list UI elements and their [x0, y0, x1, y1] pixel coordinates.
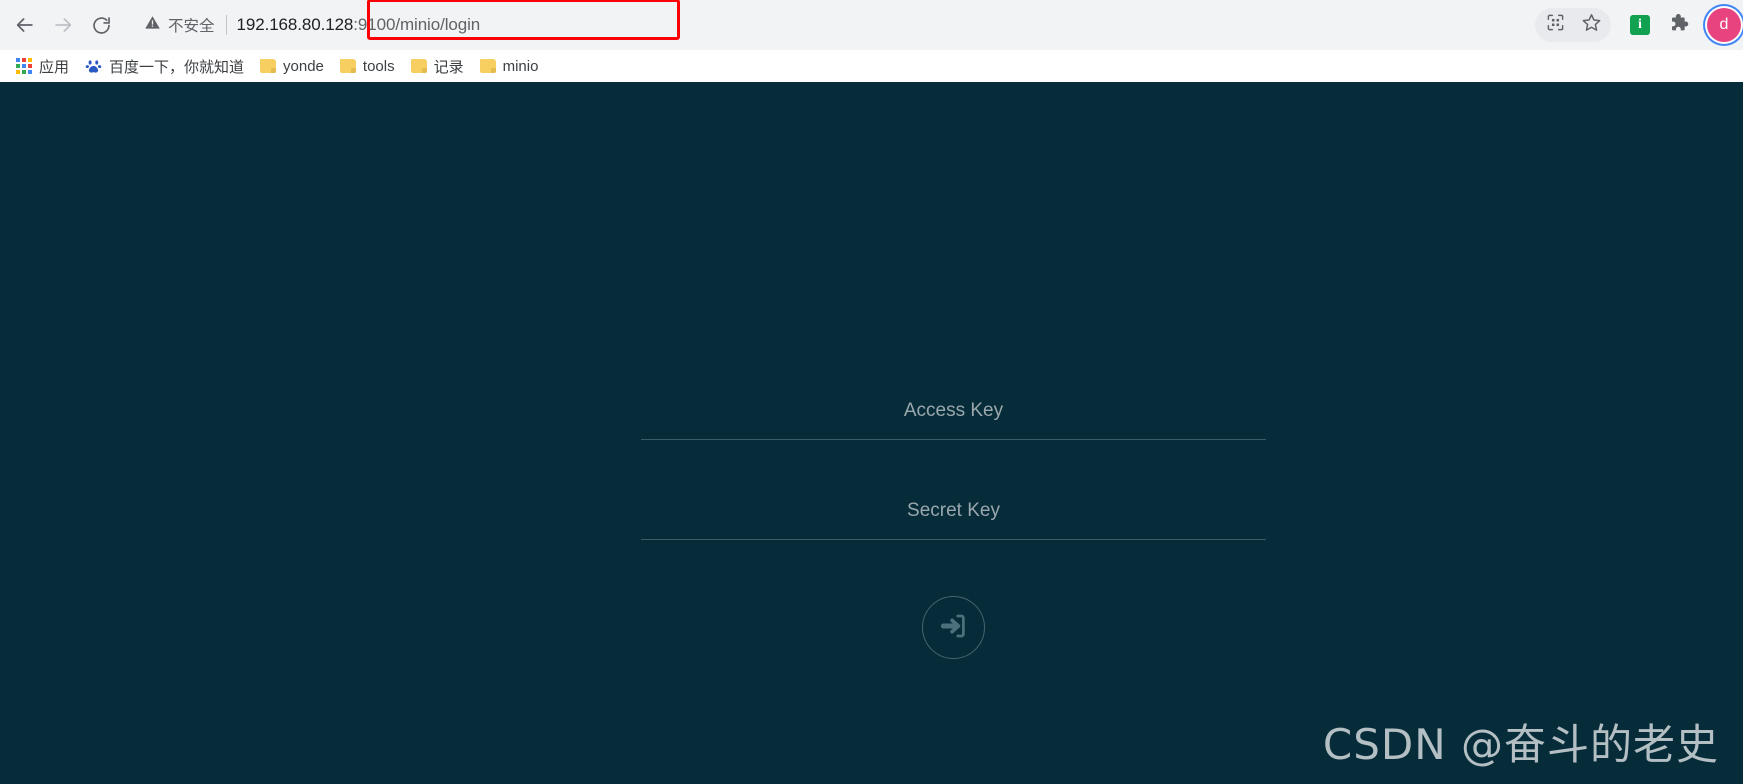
- bookmark-star-button[interactable]: [1573, 10, 1609, 40]
- omnibox-divider: [225, 15, 227, 35]
- bookmark-label: tools: [362, 57, 395, 75]
- security-label: 不安全: [168, 18, 215, 35]
- omnibox-wrapper: 不安全 192.168.80.128:9100/minio/login: [128, 0, 1525, 42]
- baidu-paw-icon: [85, 58, 102, 75]
- folder-icon: [260, 59, 277, 73]
- reload-icon: [91, 15, 112, 36]
- toolbar-right-group: i d: [1535, 6, 1741, 44]
- access-key-field-group: [641, 382, 1266, 482]
- bookmark-folder-jilu[interactable]: 记录: [403, 53, 472, 80]
- profile-avatar[interactable]: d: [1707, 8, 1741, 42]
- back-button[interactable]: [6, 6, 44, 44]
- url-path: :9100/minio/login: [353, 15, 481, 34]
- qr-bookmark-group: [1535, 8, 1611, 42]
- extension-info-button[interactable]: i: [1621, 6, 1659, 44]
- qr-code-icon: [1546, 13, 1565, 37]
- browser-toolbar: 不安全 192.168.80.128:9100/minio/login i d: [0, 0, 1743, 50]
- extensions-button[interactable]: [1661, 6, 1699, 44]
- back-arrow-icon: [14, 14, 36, 36]
- info-extension-icon: i: [1630, 15, 1650, 35]
- bookmark-folder-yonde[interactable]: yonde: [252, 55, 332, 78]
- forward-arrow-icon: [52, 14, 74, 36]
- bookmark-label: 百度一下，你就知道: [109, 58, 245, 76]
- address-bar[interactable]: 不安全 192.168.80.128:9100/minio/login: [128, 0, 1525, 42]
- apps-grid-icon: [16, 58, 32, 74]
- browser-chrome: 不安全 192.168.80.128:9100/minio/login i d …: [0, 0, 1743, 82]
- bookmark-label: yonde: [283, 57, 324, 75]
- csdn-watermark: CSDN @奋斗的老史: [1322, 720, 1719, 769]
- access-key-input[interactable]: [641, 382, 1266, 440]
- url-host: 192.168.80.128: [236, 15, 354, 34]
- bookmark-folder-tools[interactable]: tools: [332, 55, 403, 78]
- bookmarks-bar: 应用 百度一下，你就知道 yonde tools 记录 minio: [0, 50, 1743, 82]
- login-button-row: [641, 596, 1266, 659]
- star-icon: [1581, 12, 1602, 38]
- bookmark-folder-minio[interactable]: minio: [472, 55, 547, 78]
- puzzle-piece-icon: [1669, 12, 1691, 39]
- folder-icon: [479, 59, 496, 73]
- url-text[interactable]: 192.168.80.128:9100/minio/login: [237, 15, 481, 35]
- sign-in-arrow-icon: [939, 611, 969, 644]
- warning-triangle-icon: [144, 14, 161, 36]
- bookmark-label: 应用: [39, 58, 70, 76]
- site-security-chip[interactable]: 不安全: [144, 14, 215, 36]
- secret-key-input[interactable]: [641, 482, 1266, 540]
- login-submit-button[interactable]: [922, 596, 985, 659]
- login-form: [641, 382, 1266, 659]
- folder-icon: [339, 59, 356, 73]
- bookmark-baidu[interactable]: 百度一下，你就知道: [77, 53, 252, 80]
- forward-button[interactable]: [44, 6, 82, 44]
- reload-button[interactable]: [82, 6, 120, 44]
- bookmark-label: 记录: [433, 58, 464, 76]
- bookmark-apps[interactable]: 应用: [8, 53, 77, 80]
- secret-key-field-group: [641, 482, 1266, 582]
- bookmark-label: minio: [502, 57, 539, 75]
- minio-login-page: CSDN @奋斗的老史: [0, 82, 1743, 784]
- qr-code-button[interactable]: [1537, 10, 1573, 40]
- folder-icon: [410, 59, 427, 73]
